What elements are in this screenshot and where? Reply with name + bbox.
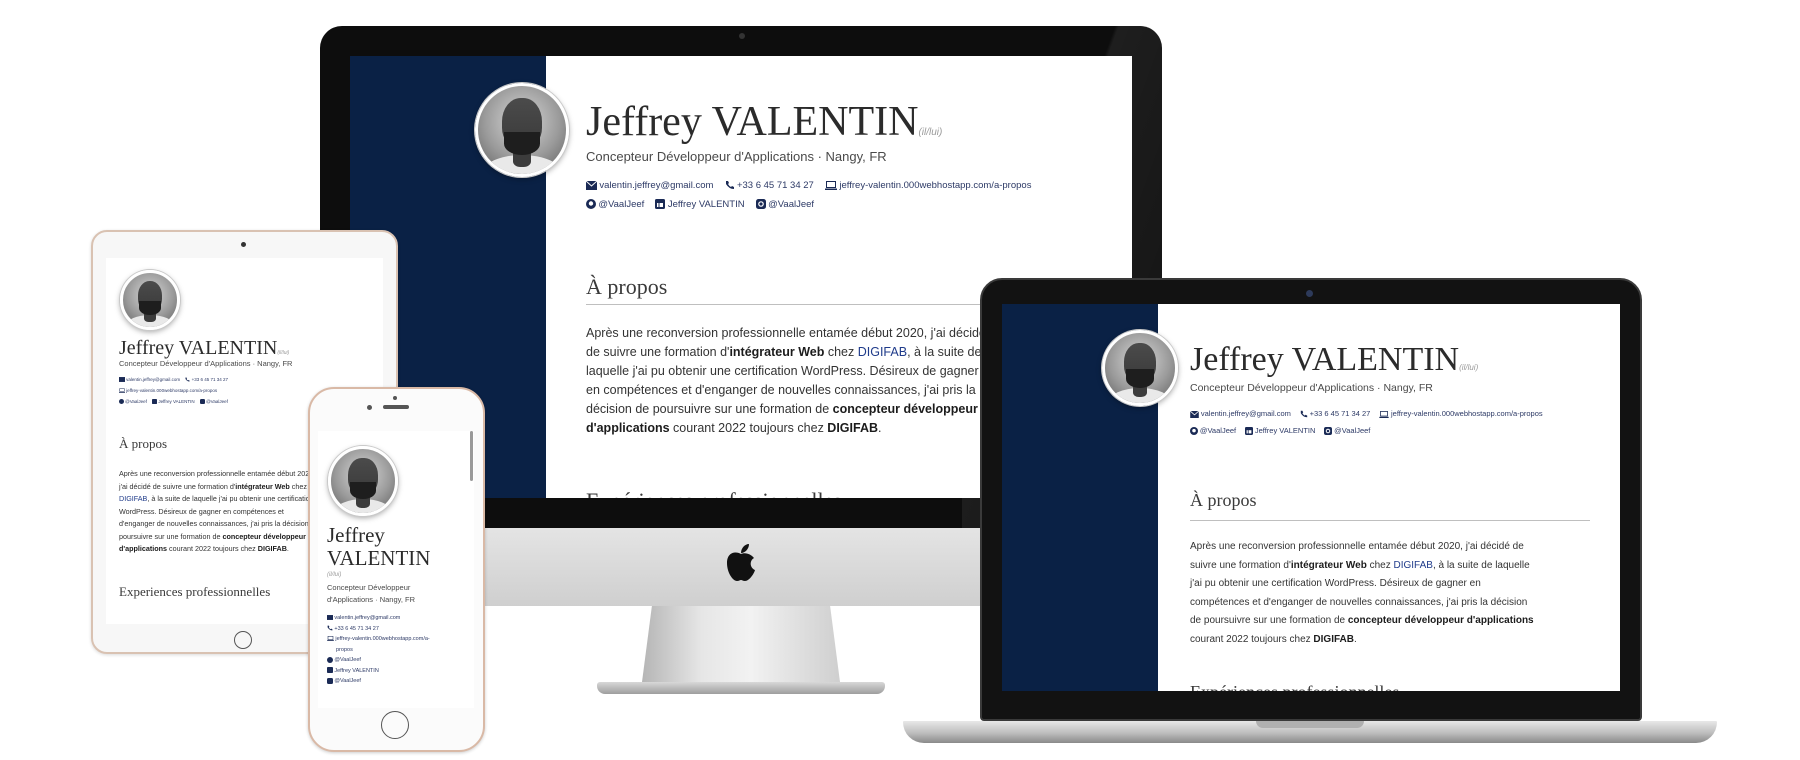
tablet-camera <box>241 242 246 247</box>
laptop-notch <box>1256 721 1364 728</box>
avatar <box>328 446 398 516</box>
github-icon <box>586 199 596 210</box>
instagram-icon <box>755 199 766 210</box>
phone-icon <box>725 181 734 190</box>
github-icon <box>1190 427 1198 436</box>
website-link[interactable]: jeffrey-valentin.000webhostapp.com/a-pro… <box>1379 405 1543 422</box>
pronouns: (il/lui) <box>1459 363 1479 372</box>
contact-list: valentin.jeffrey@gmail.com +33 6 45 71 3… <box>119 374 232 407</box>
website-link-wrap[interactable]: propos <box>327 645 430 656</box>
about-title: À propos <box>119 436 168 451</box>
about-title: À propos <box>1190 490 1257 510</box>
email-link[interactable]: valentin.jeffrey@gmail.com <box>327 613 430 624</box>
phone-home-button[interactable] <box>381 711 409 739</box>
digifab-link[interactable]: DIGIFAB <box>858 345 907 359</box>
avatar <box>475 83 569 177</box>
linkedin-icon <box>327 667 333 674</box>
laptop-screen: Jeffrey VALENTIN(il/lui) Concepteur Déve… <box>1002 304 1620 691</box>
phone-speaker <box>383 405 409 409</box>
instagram-link[interactable]: @VaalJeef <box>199 396 228 407</box>
experiences-title: Expériences professionnelles <box>1190 682 1399 691</box>
instagram-link[interactable]: @VaalJeef <box>755 195 814 214</box>
avatar <box>1102 330 1178 406</box>
imac-stand-neck <box>642 606 840 682</box>
phone-screen: Jeffrey VALENTIN (il/lui) Concepteur Dév… <box>318 431 474 708</box>
profile-name: Jeffrey VALENTIN (il/lui) <box>327 523 431 579</box>
about-paragraph: Après une reconversion professionnelle e… <box>1190 541 1534 645</box>
website-link[interactable]: jeffrey-valentin.000webhostapp.com/a- <box>327 634 430 645</box>
phone-icon <box>185 377 190 382</box>
envelope-icon <box>327 615 333 621</box>
imac-stand-foot <box>597 682 885 694</box>
envelope-icon <box>119 377 125 383</box>
github-link[interactable]: @VaalJeef <box>119 396 147 407</box>
phone-icon <box>327 625 333 631</box>
contact-list: valentin.jeffrey@gmail.com +33 6 45 71 3… <box>327 613 430 687</box>
profile-subtitle: Concepteur Développeur d'Applications · … <box>119 359 293 368</box>
contact-list: valentin.jeffrey@gmail.com +33 6 45 71 3… <box>1190 405 1549 439</box>
pronouns: (il/lui) <box>918 127 943 138</box>
linkedin-icon <box>1244 427 1253 436</box>
envelope-icon <box>1190 410 1199 418</box>
phone-link[interactable]: +33 6 45 71 34 27 <box>725 176 814 195</box>
email-link[interactable]: valentin.jeffrey@gmail.com <box>1190 405 1291 422</box>
profile-name: Jeffrey VALENTIN(il/lui) <box>1190 341 1479 378</box>
phone-sensor <box>393 396 397 400</box>
email-link[interactable]: valentin.jeffrey@gmail.com <box>119 374 180 385</box>
laptop-icon <box>1379 410 1389 418</box>
apple-logo-icon <box>727 544 755 581</box>
instagram-icon <box>327 677 333 684</box>
linkedin-icon <box>152 399 158 405</box>
profile-subtitle: Concepteur Développeur d'Applications · … <box>327 583 415 604</box>
contact-list: valentin.jeffrey@gmail.com +33 6 45 71 3… <box>586 176 1040 214</box>
imac-camera <box>739 33 745 39</box>
pronouns: (il/lui) <box>327 572 342 578</box>
profile-subtitle: Concepteur Développeur d'Applications · … <box>1190 382 1433 394</box>
laptop-icon <box>327 636 334 642</box>
pronouns: (il/lui) <box>277 350 290 356</box>
linkedin-link[interactable]: Jeffrey VALENTIN <box>655 195 745 214</box>
phone-link[interactable]: +33 6 45 71 34 27 <box>185 374 228 385</box>
avatar <box>120 270 180 330</box>
instagram-link[interactable]: @VaalJeef <box>327 676 430 687</box>
phone-icon <box>1300 410 1307 418</box>
about-divider <box>1190 520 1590 521</box>
github-link[interactable]: @VaalJeef <box>586 195 644 214</box>
phone-camera <box>367 405 372 410</box>
envelope-icon <box>586 180 597 190</box>
phone-scrollbar[interactable] <box>470 431 473 481</box>
profile-name: Jeffrey VALENTIN(il/lui) <box>586 99 943 145</box>
website-link[interactable]: jeffrey-valentin.000webhostapp.com/a-pro… <box>119 385 217 396</box>
device-mockup-stage: Jeffrey VALENTIN(il/lui) Concepteur Déve… <box>0 0 1800 760</box>
laptop-camera <box>1306 290 1313 297</box>
email-link[interactable]: valentin.jeffrey@gmail.com <box>586 176 713 195</box>
about-title: À propos <box>586 274 668 299</box>
tablet-home-button[interactable] <box>234 631 252 649</box>
about-paragraph: Après une reconversion professionnelle e… <box>586 326 986 435</box>
phone-link[interactable]: +33 6 45 71 34 27 <box>327 624 430 635</box>
instagram-link[interactable]: @VaalJeef <box>1324 422 1370 439</box>
profile-subtitle: Concepteur Développeur d'Applications · … <box>586 149 887 164</box>
website-link[interactable]: jeffrey-valentin.000webhostapp.com/a-pro… <box>825 176 1031 195</box>
instagram-icon <box>199 399 205 405</box>
digifab-link[interactable]: DIGIFAB <box>1393 560 1432 571</box>
experiences-title: Experiences professionnelles <box>119 584 271 599</box>
github-link[interactable]: @VaalJeef <box>327 655 430 666</box>
instagram-icon <box>1324 427 1333 436</box>
linkedin-link[interactable]: Jeffrey VALENTIN <box>1244 422 1315 439</box>
experiences-title: Expériences professionnelles <box>586 488 842 498</box>
linkedin-link[interactable]: Jeffrey VALENTIN <box>327 666 430 677</box>
digifab-link[interactable]: DIGIFAB <box>119 494 147 503</box>
linkedin-icon <box>655 199 666 210</box>
laptop-icon <box>119 388 125 394</box>
github-link[interactable]: @VaalJeef <box>1190 422 1236 439</box>
phone-link[interactable]: +33 6 45 71 34 27 <box>1300 405 1370 422</box>
github-icon <box>119 399 124 405</box>
github-icon <box>327 656 333 663</box>
laptop-icon <box>825 180 838 190</box>
about-paragraph: Après une reconversion professionnelle e… <box>119 469 319 553</box>
linkedin-link[interactable]: Jeffrey VALENTIN <box>152 396 195 407</box>
